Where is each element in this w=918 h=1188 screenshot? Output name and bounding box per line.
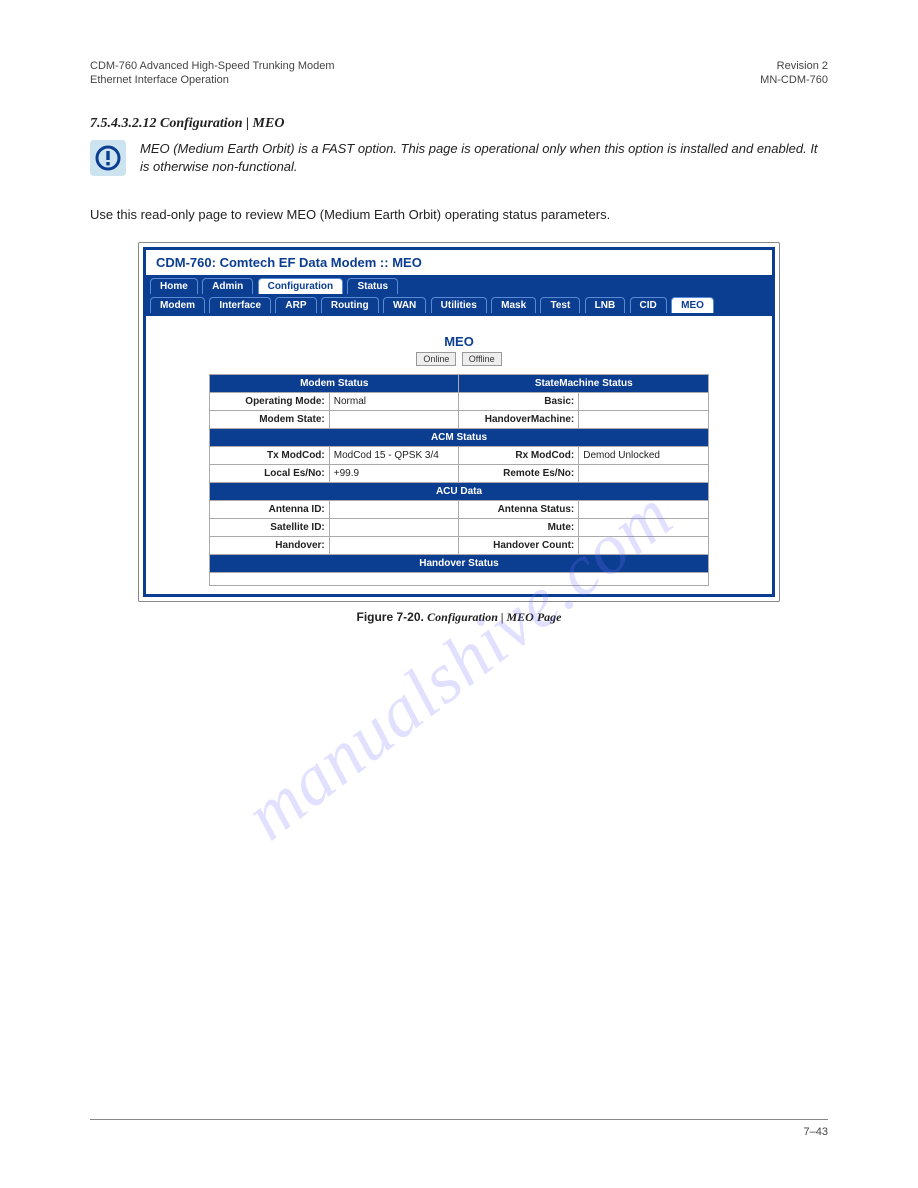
tab-home[interactable]: Home [150, 278, 198, 294]
hdr-statemachine-status: StateMachine Status [459, 374, 709, 392]
table-row: Local Es/No: +99.9 Remote Es/No: [210, 464, 709, 482]
tab-mask[interactable]: Mask [491, 297, 536, 313]
val-antenna-id [329, 500, 459, 518]
important-icon [90, 140, 126, 176]
table-row: Antenna ID: Antenna Status: [210, 500, 709, 518]
table-row: Operating Mode: Normal Basic: [210, 392, 709, 410]
section-heading: 7.5.4.3.2.12 Configuration | MEO [90, 116, 828, 132]
running-footer: 7–43 [90, 1119, 828, 1138]
running-subheader: Ethernet Interface Operation MN-CDM-760 [90, 74, 828, 86]
table-row [210, 572, 709, 585]
val-modem-state [329, 410, 459, 428]
lbl-basic: Basic: [459, 392, 579, 410]
table-row: Modem State: HandoverMachine: [210, 410, 709, 428]
tab-configuration[interactable]: Configuration [258, 278, 344, 294]
lbl-remote-esno: Remote Es/No: [459, 464, 579, 482]
tab-utilities[interactable]: Utilities [431, 297, 487, 313]
val-handover [329, 536, 459, 554]
tab-cid[interactable]: CID [630, 297, 667, 313]
tab-row-sub: Modem Interface ARP Routing WAN Utilitie… [146, 294, 772, 316]
table-row: Tx ModCod: ModCod 15 - QPSK 3/4 Rx ModCo… [210, 446, 709, 464]
tab-lnb[interactable]: LNB [585, 297, 626, 313]
val-remote-esno [579, 464, 709, 482]
page-title: MEO [146, 334, 772, 349]
val-mute [579, 518, 709, 536]
page: CDM-760 Advanced High-Speed Trunking Mod… [0, 0, 918, 1188]
lbl-local-esno: Local Es/No: [210, 464, 330, 482]
val-handover-count [579, 536, 709, 554]
screenshot-frame: CDM-760: Comtech EF Data Modem :: MEO Ho… [138, 242, 780, 602]
tab-meo[interactable]: MEO [671, 297, 714, 313]
tab-arp[interactable]: ARP [275, 297, 316, 313]
lbl-operating-mode: Operating Mode: [210, 392, 330, 410]
offline-button[interactable]: Offline [462, 352, 502, 366]
header-right: Revision 2 [777, 60, 828, 72]
lbl-modem-state: Modem State: [210, 410, 330, 428]
caption-body: Configuration | MEO Page [427, 610, 561, 624]
lbl-handover: Handover: [210, 536, 330, 554]
tab-interface[interactable]: Interface [209, 297, 271, 313]
val-handover-machine [579, 410, 709, 428]
note-block: MEO (Medium Earth Orbit) is a FAST optio… [90, 140, 828, 176]
online-button[interactable]: Online [416, 352, 456, 366]
tab-wan[interactable]: WAN [383, 297, 426, 313]
tab-test[interactable]: Test [540, 297, 580, 313]
footer-right: 7–43 [804, 1126, 828, 1138]
val-local-esno: +99.9 [329, 464, 459, 482]
tab-row-main: Home Admin Configuration Status [146, 275, 772, 294]
val-operating-mode: Normal [329, 392, 459, 410]
figure-caption: Figure 7-20. Configuration | MEO Page [90, 610, 828, 625]
lbl-handover-machine: HandoverMachine: [459, 410, 579, 428]
running-header: CDM-760 Advanced High-Speed Trunking Mod… [90, 60, 828, 72]
table-row: Handover: Handover Count: [210, 536, 709, 554]
val-antenna-status [579, 500, 709, 518]
subheader-left: Ethernet Interface Operation [90, 74, 229, 86]
window-title: CDM-760: Comtech EF Data Modem :: MEO [146, 250, 772, 275]
hdr-acm-status: ACM Status [210, 428, 709, 446]
tab-routing[interactable]: Routing [321, 297, 379, 313]
hdr-handover-status: Handover Status [210, 554, 709, 572]
lbl-mute: Mute: [459, 518, 579, 536]
tab-modem[interactable]: Modem [150, 297, 205, 313]
tab-admin[interactable]: Admin [202, 278, 253, 294]
caption-prefix: Figure 7-20. [356, 610, 427, 624]
header-left: CDM-760 Advanced High-Speed Trunking Mod… [90, 60, 335, 72]
lbl-antenna-status: Antenna Status: [459, 500, 579, 518]
body-paragraph: Use this read-only page to review MEO (M… [90, 206, 828, 224]
val-basic [579, 392, 709, 410]
tab-status[interactable]: Status [347, 278, 398, 294]
table-row: Satellite ID: Mute: [210, 518, 709, 536]
lbl-rx-modcod: Rx ModCod: [459, 446, 579, 464]
lbl-handover-count: Handover Count: [459, 536, 579, 554]
val-rx-modcod: Demod Unlocked [579, 446, 709, 464]
lbl-satellite-id: Satellite ID: [210, 518, 330, 536]
note-text: MEO (Medium Earth Orbit) is a FAST optio… [140, 140, 828, 175]
val-satellite-id [329, 518, 459, 536]
lbl-tx-modcod: Tx ModCod: [210, 446, 330, 464]
status-table: Modem Status StateMachine Status Operati… [209, 374, 709, 586]
hdr-modem-status: Modem Status [210, 374, 459, 392]
hdr-acu-data: ACU Data [210, 482, 709, 500]
lbl-antenna-id: Antenna ID: [210, 500, 330, 518]
subheader-right: MN-CDM-760 [760, 74, 828, 86]
val-tx-modcod: ModCod 15 - QPSK 3/4 [329, 446, 459, 464]
status-buttons: Online Offline [146, 351, 772, 366]
